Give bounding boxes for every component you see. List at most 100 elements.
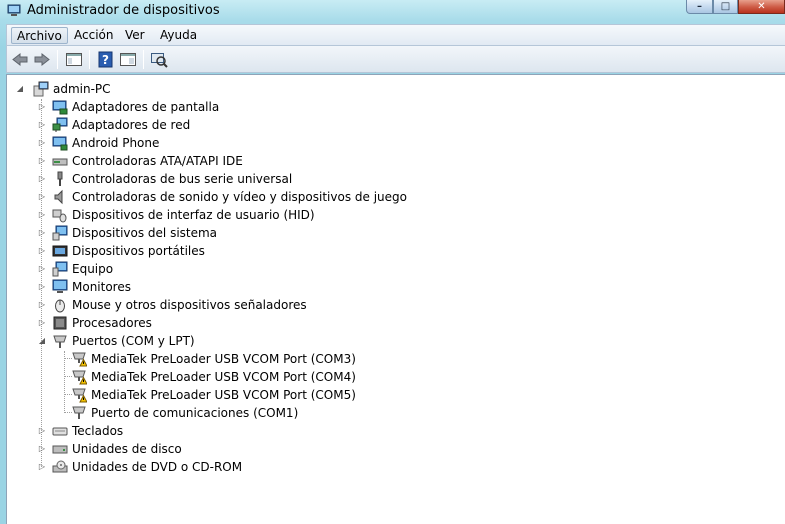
- tree-item-label: Monitores: [72, 280, 131, 294]
- portable-device-icon: [52, 245, 68, 257]
- toolbar: ?: [6, 46, 785, 73]
- display-adapter-icon: [52, 100, 68, 115]
- tree-item-android-phone[interactable]: ▷ Android Phone: [37, 134, 437, 152]
- menu-ver[interactable]: Ver: [120, 27, 150, 44]
- tree-item-label: Mouse y otros dispositivos señaladores: [72, 298, 307, 312]
- tree-item-label: Controladoras de sonido y vídeo y dispos…: [72, 190, 407, 204]
- dvd-drive-icon: [52, 460, 68, 473]
- tree-item-label: Teclados: [72, 424, 124, 438]
- minimize-button[interactable]: –: [686, 0, 713, 14]
- menu-accion[interactable]: Acción: [69, 27, 118, 44]
- tree-item-sonido-video[interactable]: ▷ Controladoras de sonido y vídeo y disp…: [37, 188, 537, 206]
- title-bar[interactable]: Administrador de dispositivos – □ ✕: [0, 0, 785, 22]
- android-phone-icon: [52, 136, 68, 151]
- tree-item-label: Controladoras de bus serie universal: [72, 172, 293, 186]
- port-warning-icon: [72, 370, 87, 385]
- ide-controller-icon: [52, 158, 68, 166]
- tree-item-adaptadores-pantalla[interactable]: ▷ Adaptadores de pantalla: [37, 98, 437, 116]
- expand-arrow-icon[interactable]: ▷: [37, 116, 47, 134]
- tree-item-dvd[interactable]: ▷ Unidades de DVD o CD-ROM: [37, 458, 437, 476]
- disk-drive-icon: [52, 445, 68, 454]
- tree-item-label: Adaptadores de pantalla: [72, 100, 220, 114]
- toolbar-separator: [143, 50, 144, 69]
- expand-arrow-icon[interactable]: ▷: [37, 440, 47, 458]
- close-icon: ✕: [757, 1, 766, 12]
- expand-arrow-icon[interactable]: ▷: [37, 242, 47, 260]
- port-warning-icon: [72, 388, 87, 403]
- toolbar-separator: [57, 50, 58, 69]
- expand-arrow-icon[interactable]: ▷: [37, 422, 47, 440]
- expand-arrow-icon[interactable]: ▷: [37, 134, 47, 152]
- tree-item-label: Equipo: [72, 262, 114, 276]
- tree-item-dispositivos-sistema[interactable]: ▷ Dispositivos del sistema: [37, 224, 437, 242]
- hid-icon: [52, 209, 67, 223]
- expand-arrow-icon[interactable]: ▷: [37, 98, 47, 116]
- expand-arrow-icon[interactable]: ▷: [37, 188, 47, 206]
- tree-item-label: Android Phone: [72, 136, 160, 150]
- help-icon[interactable]: ?: [97, 51, 115, 68]
- collapse-arrow-icon[interactable]: ◢: [15, 80, 25, 98]
- device-manager-app-icon: [7, 4, 21, 16]
- tree-item-label: Procesadores: [72, 316, 152, 330]
- tree-item-label: Dispositivos de interfaz de usuario (HID…: [72, 208, 315, 222]
- expand-arrow-icon[interactable]: ▷: [37, 206, 47, 224]
- toolbar-separator: [89, 50, 90, 69]
- tree-item-hid[interactable]: ▷ Dispositivos de interfaz de usuario (H…: [37, 206, 437, 224]
- tree-item-label: Puertos (COM y LPT): [72, 334, 195, 348]
- expand-arrow-icon[interactable]: ▷: [37, 170, 47, 188]
- keyboard-icon: [52, 427, 68, 436]
- tree-item-com5[interactable]: MediaTek PreLoader USB VCOM Port (COM5): [67, 386, 467, 404]
- scan-hardware-icon[interactable]: [150, 51, 168, 68]
- menu-ayuda[interactable]: Ayuda: [155, 27, 202, 44]
- tree-item-mouse[interactable]: ▷ Mouse y otros dispositivos señaladores: [37, 296, 437, 314]
- processor-icon: [53, 316, 67, 330]
- expand-arrow-icon[interactable]: ▷: [37, 314, 47, 332]
- tree-item-procesadores[interactable]: ▷ Procesadores: [37, 314, 437, 332]
- expand-arrow-icon[interactable]: ▷: [37, 296, 47, 314]
- device-tree-panel[interactable]: ◢ admin-PC ▷ Adaptadores de pantalla ▷ A…: [6, 74, 785, 524]
- port-icon: [72, 406, 86, 419]
- tree-item-label: Unidades de disco: [72, 442, 182, 456]
- menu-bar: Archivo Acción Ver Ayuda: [6, 24, 785, 46]
- tree-item-com3[interactable]: MediaTek PreLoader USB VCOM Port (COM3): [67, 350, 467, 368]
- console-tree-icon[interactable]: [65, 51, 83, 68]
- expand-arrow-icon[interactable]: ▷: [37, 458, 47, 476]
- tree-item-equipo[interactable]: ▷ Equipo: [37, 260, 437, 278]
- tree-guide-line: [64, 351, 65, 413]
- maximize-button[interactable]: □: [713, 0, 738, 14]
- tree-item-adaptadores-red[interactable]: ▷ Adaptadores de red: [37, 116, 437, 134]
- forward-icon[interactable]: [33, 51, 51, 68]
- tree-item-dispositivos-portatiles[interactable]: ▷ Dispositivos portátiles: [37, 242, 437, 260]
- tree-item-controladoras-ata[interactable]: ▷ Controladoras ATA/ATAPI IDE: [37, 152, 437, 170]
- tree-item-unidades-disco[interactable]: ▷ Unidades de disco: [37, 440, 437, 458]
- usb-icon: [57, 171, 63, 186]
- tree-root-admin-pc[interactable]: ◢ admin-PC: [15, 80, 215, 98]
- tree-item-controladoras-usb[interactable]: ▷ Controladoras de bus serie universal: [37, 170, 437, 188]
- close-button[interactable]: ✕: [738, 0, 785, 14]
- tree-item-puertos[interactable]: ◢ Puertos (COM y LPT): [37, 332, 437, 350]
- port-warning-icon: [72, 352, 87, 367]
- collapse-arrow-icon[interactable]: ◢: [37, 332, 47, 350]
- tree-item-label: Dispositivos del sistema: [72, 226, 218, 240]
- tree-item-teclados[interactable]: ▷ Teclados: [37, 422, 437, 440]
- tree-item-label: Unidades de DVD o CD-ROM: [72, 460, 243, 474]
- expand-arrow-icon[interactable]: ▷: [37, 224, 47, 242]
- tree-item-monitores[interactable]: ▷ Monitores: [37, 278, 437, 296]
- network-adapter-icon: [52, 117, 68, 132]
- tree-item-com1[interactable]: Puerto de comunicaciones (COM1): [67, 404, 467, 422]
- speaker-icon: [54, 189, 63, 205]
- expand-arrow-icon[interactable]: ▷: [37, 152, 47, 170]
- properties-icon[interactable]: [119, 51, 137, 68]
- tree-item-com4[interactable]: MediaTek PreLoader USB VCOM Port (COM4): [67, 368, 467, 386]
- maximize-icon: □: [720, 1, 731, 12]
- system-device-icon: [52, 225, 68, 241]
- expand-arrow-icon[interactable]: ▷: [37, 278, 47, 296]
- expand-arrow-icon[interactable]: ▷: [37, 260, 47, 278]
- minimize-icon: –: [697, 1, 702, 12]
- computer-icon: [33, 81, 49, 97]
- tree-item-label: MediaTek PreLoader USB VCOM Port (COM4): [91, 370, 356, 384]
- tree-root-label: admin-PC: [53, 82, 111, 96]
- back-icon[interactable]: [11, 51, 29, 68]
- tree-item-label: MediaTek PreLoader USB VCOM Port (COM3): [91, 352, 356, 366]
- menu-archivo[interactable]: Archivo: [11, 27, 68, 44]
